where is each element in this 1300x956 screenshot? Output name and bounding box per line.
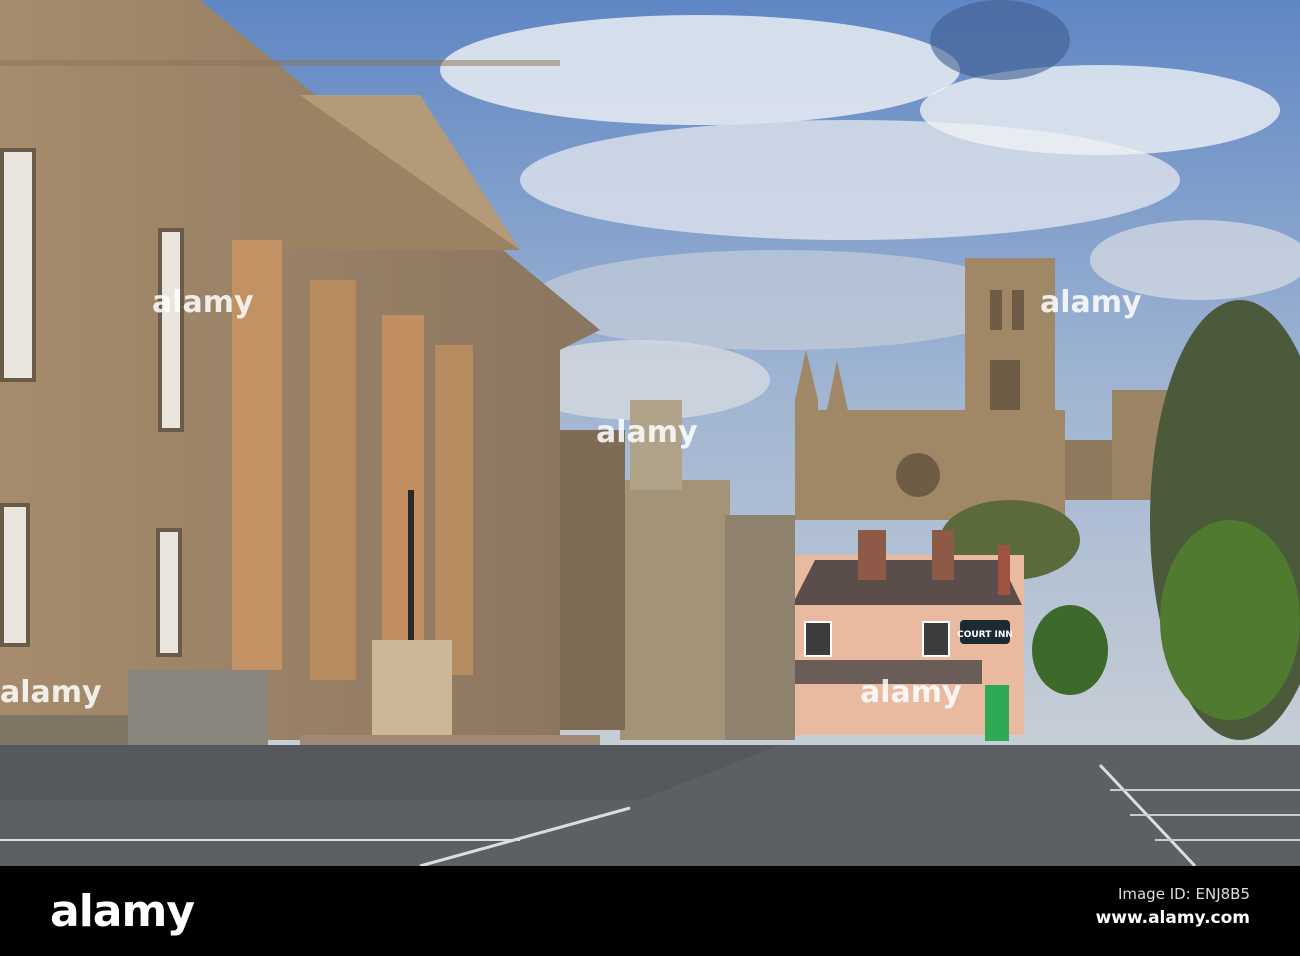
svg-text:alamy: alamy bbox=[152, 285, 254, 320]
footer-bar: alamy Image ID: ENJ8B5 www.alamy.com bbox=[0, 866, 1300, 956]
column bbox=[382, 315, 424, 645]
site-url: www.alamy.com bbox=[1095, 908, 1250, 928]
svg-text:alamy: alamy bbox=[1040, 285, 1142, 320]
svg-text:alamy: alamy bbox=[0, 675, 102, 710]
svg-text:alamy: alamy bbox=[596, 415, 698, 450]
column bbox=[310, 280, 356, 680]
court-inn-sign-text: COURT INN bbox=[957, 630, 1013, 640]
road bbox=[0, 745, 1300, 866]
svg-text:alamy: alamy bbox=[860, 675, 962, 710]
alamy-logo: alamy bbox=[50, 886, 195, 937]
column bbox=[435, 345, 473, 675]
photo: COURT INN alamy alamy alamy alamy alamy bbox=[0, 0, 1300, 866]
image-id: Image ID: ENJ8B5 bbox=[1117, 885, 1250, 903]
lamp-post bbox=[408, 490, 414, 640]
